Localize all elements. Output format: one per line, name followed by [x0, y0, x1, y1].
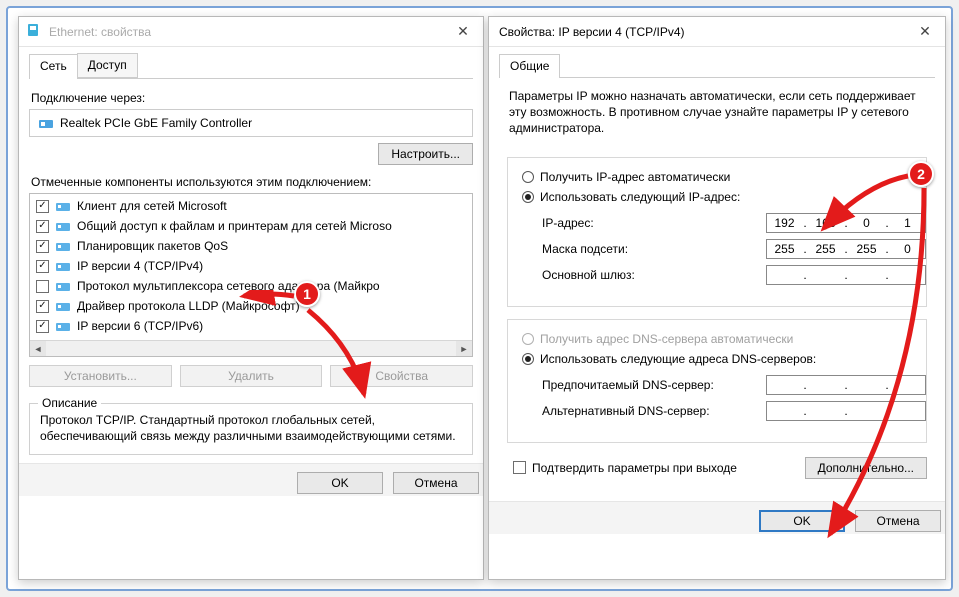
advanced-button[interactable]: Дополнительно... [805, 457, 927, 479]
gw-input[interactable]: . . . [766, 265, 926, 285]
confirm-on-exit-label: Подтвердить параметры при выходе [532, 461, 737, 475]
radio-auto-dns-label: Получить адрес DNS-сервера автоматически [540, 332, 793, 346]
description-text: Протокол TCP/IP. Стандартный протокол гл… [40, 412, 462, 444]
gw-label: Основной шлюз: [542, 268, 756, 282]
component-checkbox[interactable] [36, 200, 49, 213]
tab-access[interactable]: Доступ [77, 53, 138, 78]
radio-auto-ip-label: Получить IP-адрес автоматически [540, 170, 730, 184]
adapter-box: Realtek PCIe GbE Family Controller [29, 109, 473, 137]
network-component-icon [55, 219, 71, 233]
network-component-icon [55, 259, 71, 273]
dns1-label: Предпочитаемый DNS-сервер: [542, 378, 756, 392]
radio-auto-ip[interactable] [522, 171, 534, 183]
components-listbox[interactable]: Клиент для сетей Microsoft Общий доступ к… [29, 193, 473, 357]
tabstrip-left: Сеть Доступ [29, 53, 473, 79]
radio-auto-dns [522, 333, 534, 345]
ethernet-properties-window: Ethernet: свойства ✕ Сеть Доступ Подключ… [18, 16, 484, 580]
network-component-icon [55, 319, 71, 333]
mask-input[interactable]: 255. 255. 255. 0 [766, 239, 926, 259]
dns2-input[interactable]: . . . [766, 401, 926, 421]
configure-button[interactable]: Настроить... [378, 143, 473, 165]
component-checkbox[interactable] [36, 260, 49, 273]
titlebar-left: Ethernet: свойства ✕ [19, 17, 483, 47]
window-title: Ethernet: свойства [45, 25, 449, 39]
list-item[interactable]: IP версии 4 (TCP/IPv4) [30, 256, 472, 276]
component-label: Протокол мультиплексора сетевого адаптер… [77, 279, 380, 293]
ok-button-right[interactable]: OK [759, 510, 845, 532]
component-checkbox[interactable] [36, 240, 49, 253]
network-component-icon [55, 279, 71, 293]
close-icon[interactable]: ✕ [449, 23, 477, 40]
ip-input[interactable]: 192. 168. 0. 1 [766, 213, 926, 233]
component-label: Общий доступ к файлам и принтерам для се… [77, 219, 392, 233]
list-item[interactable]: IP версии 6 (TCP/IPv6) [30, 316, 472, 336]
radio-static-dns[interactable] [522, 353, 534, 365]
annotation-2-icon: 2 [908, 161, 934, 187]
titlebar-right: Свойства: IP версии 4 (TCP/IPv4) ✕ [489, 17, 945, 47]
window-title-right: Свойства: IP версии 4 (TCP/IPv4) [495, 25, 911, 39]
ipv4-properties-window: Свойства: IP версии 4 (TCP/IPv4) ✕ Общие… [488, 16, 946, 580]
confirm-on-exit-checkbox[interactable] [513, 461, 526, 474]
component-checkbox[interactable] [36, 300, 49, 313]
component-label: Клиент для сетей Microsoft [77, 199, 227, 213]
cancel-button-left[interactable]: Отмена [393, 472, 479, 494]
component-label: Планировщик пакетов QoS [77, 239, 228, 253]
list-item[interactable]: Общий доступ к файлам и принтерам для се… [30, 216, 472, 236]
scroll-right-icon[interactable]: ► [456, 341, 472, 357]
mask-label: Маска подсети: [542, 242, 756, 256]
list-item[interactable]: Планировщик пакетов QoS [30, 236, 472, 256]
tab-network[interactable]: Сеть [29, 54, 78, 79]
cancel-button-right[interactable]: Отмена [855, 510, 941, 532]
description-group: Описание Протокол TCP/IP. Стандартный пр… [29, 403, 473, 455]
connect-via-label: Подключение через: [31, 91, 473, 105]
components-label: Отмеченные компоненты используются этим … [31, 175, 473, 189]
scroll-left-icon[interactable]: ◄ [30, 341, 46, 357]
tab-general[interactable]: Общие [499, 54, 560, 78]
close-icon[interactable]: ✕ [911, 23, 939, 40]
dns2-label: Альтернативный DNS-сервер: [542, 404, 756, 418]
radio-static-dns-label: Использовать следующие адреса DNS-сервер… [540, 352, 816, 366]
ip-label: IP-адрес: [542, 216, 756, 230]
network-component-icon [55, 199, 71, 213]
uninstall-button[interactable]: Удалить [180, 365, 323, 387]
component-checkbox[interactable] [36, 320, 49, 333]
properties-button[interactable]: Свойства [330, 365, 473, 387]
list-item[interactable]: Протокол мультиплексора сетевого адаптер… [30, 276, 472, 296]
adapter-icon [38, 116, 54, 130]
install-button[interactable]: Установить... [29, 365, 172, 387]
network-component-icon [55, 239, 71, 253]
component-label: IP версии 6 (TCP/IPv6) [77, 319, 203, 333]
dns1-input[interactable]: . . . [766, 375, 926, 395]
nic-icon [25, 22, 45, 41]
annotation-1-icon: 1 [294, 281, 320, 307]
radio-static-ip[interactable] [522, 191, 534, 203]
horizontal-scrollbar[interactable]: ◄ ► [30, 340, 472, 356]
component-label: IP версии 4 (TCP/IPv4) [77, 259, 203, 273]
radio-static-ip-label: Использовать следующий IP-адрес: [540, 190, 740, 204]
tabstrip-right: Общие [499, 53, 935, 78]
description-legend: Описание [38, 396, 101, 410]
intro-text: Параметры IP можно назначать автоматичес… [509, 88, 929, 137]
component-label: Драйвер протокола LLDP (Майкрософт) [77, 299, 300, 313]
adapter-name: Realtek PCIe GbE Family Controller [60, 116, 252, 130]
dns-group: Получить адрес DNS-сервера автоматически… [507, 319, 927, 443]
list-item[interactable]: Клиент для сетей Microsoft [30, 196, 472, 216]
ok-button-left[interactable]: OK [297, 472, 383, 494]
component-checkbox[interactable] [36, 280, 49, 293]
ip-group: Получить IP-адрес автоматически Использо… [507, 157, 927, 307]
list-item[interactable]: Драйвер протокола LLDP (Майкрософт) [30, 296, 472, 316]
network-component-icon [55, 299, 71, 313]
component-checkbox[interactable] [36, 220, 49, 233]
